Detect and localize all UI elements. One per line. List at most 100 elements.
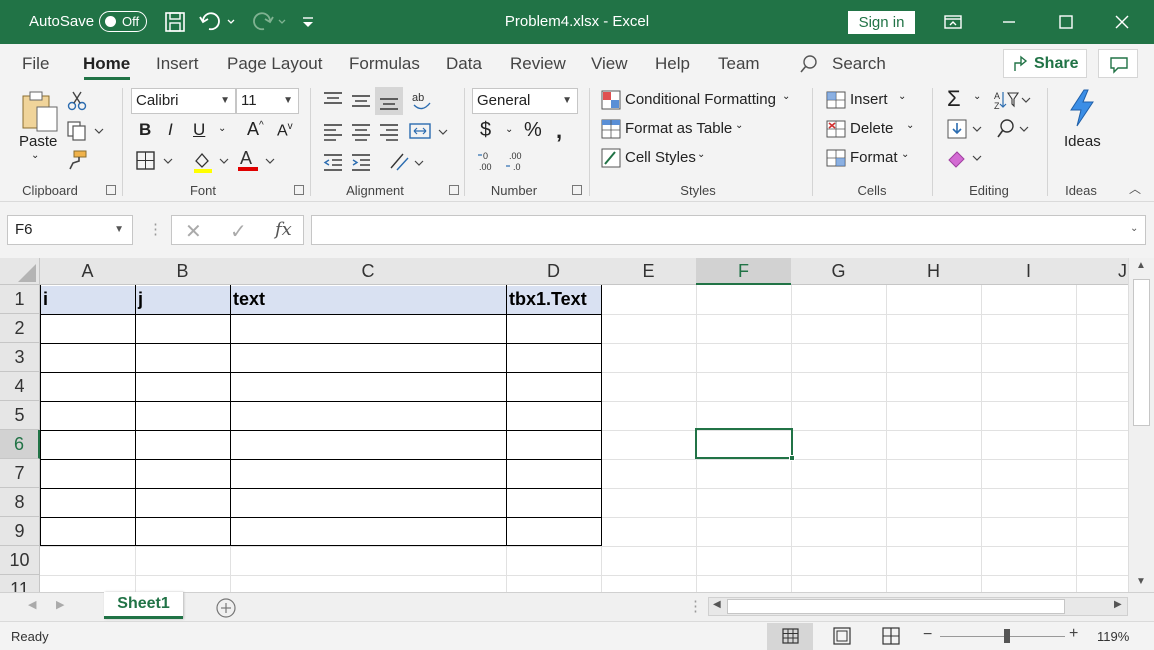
delete-cells-icon[interactable] [825, 118, 847, 143]
zoom-slider-track[interactable] [940, 636, 1065, 637]
cell-a1[interactable]: i [41, 285, 135, 314]
minimize-icon[interactable] [995, 8, 1023, 36]
selected-cell[interactable] [695, 428, 795, 461]
row-header-10[interactable]: 10 [0, 546, 40, 575]
align-center-icon[interactable] [350, 122, 372, 145]
align-right-icon[interactable] [378, 122, 400, 145]
chevron-down-icon[interactable]: ⌄ [906, 120, 914, 131]
font-color-icon[interactable]: A [237, 148, 277, 177]
fill-color-icon[interactable] [191, 150, 231, 177]
decrease-indent-icon[interactable] [322, 152, 344, 175]
row-header-11[interactable]: 11 [0, 575, 40, 592]
alignment-launcher-icon[interactable] [449, 185, 459, 195]
zoom-slider-thumb[interactable] [1004, 629, 1010, 643]
font-name-combo[interactable]: Calibri ▼ [131, 88, 236, 114]
tab-page-layout[interactable]: Page Layout [227, 54, 322, 74]
paste-dropdown-icon[interactable]: ⌄ [31, 150, 39, 161]
cancel-icon[interactable]: ✕ [185, 219, 202, 244]
row-header-5[interactable]: 5 [0, 401, 40, 430]
align-left-icon[interactable] [322, 122, 344, 145]
add-sheet-icon[interactable] [215, 597, 237, 622]
ideas-icon[interactable] [1066, 88, 1098, 131]
scroll-up-icon[interactable]: ▲ [1136, 260, 1146, 271]
cell-c1[interactable]: text [231, 285, 506, 314]
tab-file[interactable]: File [22, 54, 49, 74]
align-top-icon[interactable] [322, 90, 344, 113]
formula-input[interactable]: ⌄ [311, 215, 1146, 245]
currency-icon[interactable]: $ [480, 119, 491, 142]
orientation-icon[interactable]: ab [410, 89, 434, 116]
column-header-e[interactable]: E [601, 258, 697, 285]
percent-icon[interactable]: % [524, 119, 542, 142]
increase-decimal-icon[interactable]: 0.00 [477, 150, 503, 175]
format-cells-label[interactable]: Format [850, 149, 898, 166]
clear-icon[interactable] [946, 147, 986, 172]
format-as-table-icon[interactable] [600, 118, 622, 143]
expand-formula-icon[interactable]: ⌄ [1130, 223, 1138, 234]
chevron-down-icon[interactable]: ⌄ [735, 120, 743, 131]
zoom-out-icon[interactable]: − [923, 626, 932, 644]
column-header-a[interactable]: A [40, 258, 136, 285]
delete-cells-label[interactable]: Delete [850, 120, 893, 137]
column-header-c[interactable]: C [230, 258, 507, 285]
next-sheet-icon[interactable]: ▶ [56, 598, 64, 611]
align-middle-icon[interactable] [350, 90, 372, 113]
cell-styles-icon[interactable] [600, 147, 622, 172]
number-format-combo[interactable]: General ▼ [472, 88, 578, 114]
decrease-decimal-icon[interactable]: .00.0 [505, 150, 531, 175]
font-launcher-icon[interactable] [294, 185, 304, 195]
conditional-formatting-label[interactable]: Conditional Formatting [625, 91, 776, 108]
format-as-table-label[interactable]: Format as Table [625, 120, 732, 137]
ideas-label[interactable]: Ideas [1064, 133, 1101, 150]
increase-font-icon[interactable]: A^ [247, 119, 264, 140]
insert-cells-icon[interactable] [825, 89, 847, 114]
row-header-3[interactable]: 3 [0, 343, 40, 372]
chevron-down-icon[interactable]: ⌄ [782, 91, 790, 102]
tab-insert[interactable]: Insert [156, 54, 199, 74]
row-header-6[interactable]: 6 [0, 430, 40, 459]
tab-data[interactable]: Data [446, 54, 482, 74]
tab-review[interactable]: Review [510, 54, 566, 74]
tab-home[interactable]: Home [83, 54, 130, 74]
format-painter-icon[interactable] [66, 149, 88, 174]
name-box[interactable]: F6 ▼ [7, 215, 133, 245]
conditional-formatting-icon[interactable] [600, 89, 622, 114]
scroll-right-icon[interactable]: ▶ [1114, 599, 1122, 610]
page-layout-view-button[interactable] [819, 623, 865, 650]
find-select-icon[interactable] [995, 118, 1035, 143]
number-launcher-icon[interactable] [572, 185, 582, 195]
tab-view[interactable]: View [591, 54, 628, 74]
close-icon[interactable] [1108, 8, 1136, 36]
comma-style-icon[interactable]: , [556, 118, 562, 144]
paste-label[interactable]: Paste [19, 133, 57, 150]
scroll-down-icon[interactable]: ▼ [1136, 576, 1146, 587]
borders-icon[interactable] [135, 150, 175, 175]
horizontal-scrollbar[interactable]: ◀ ▶ [708, 597, 1128, 616]
column-header-d[interactable]: D [506, 258, 602, 285]
vertical-scrollbar[interactable]: ▲ ▼ [1128, 258, 1154, 592]
cell-styles-label[interactable]: Cell Styles [625, 149, 696, 166]
currency-dropdown-icon[interactable]: ⌄ [505, 124, 513, 135]
enter-icon[interactable]: ✓ [230, 219, 247, 244]
prev-sheet-icon[interactable]: ◀ [28, 598, 36, 611]
cut-icon[interactable] [66, 90, 88, 115]
chevron-down-icon[interactable]: ⌄ [697, 149, 705, 160]
format-cells-icon[interactable] [825, 147, 847, 172]
increase-indent-icon[interactable] [350, 152, 372, 175]
maximize-icon[interactable] [1052, 8, 1080, 36]
scroll-left-icon[interactable]: ◀ [713, 599, 721, 610]
select-all-corner[interactable] [0, 258, 40, 285]
paste-icon[interactable] [20, 90, 60, 137]
column-header-b[interactable]: B [135, 258, 231, 285]
chevron-down-icon[interactable]: ⌄ [901, 149, 909, 160]
chevron-down-icon[interactable]: ⌄ [973, 91, 981, 102]
column-header-i[interactable]: I [981, 258, 1077, 285]
collapse-ribbon-icon[interactable]: ︿ [1129, 180, 1141, 197]
fill-handle[interactable] [789, 455, 795, 461]
wrap-text-icon[interactable] [388, 150, 428, 177]
bold-icon[interactable]: B [139, 120, 151, 140]
align-bottom-icon[interactable] [375, 87, 403, 115]
decrease-font-icon[interactable]: Av [277, 121, 293, 140]
column-header-g[interactable]: G [791, 258, 887, 285]
page-break-view-button[interactable] [868, 623, 914, 650]
